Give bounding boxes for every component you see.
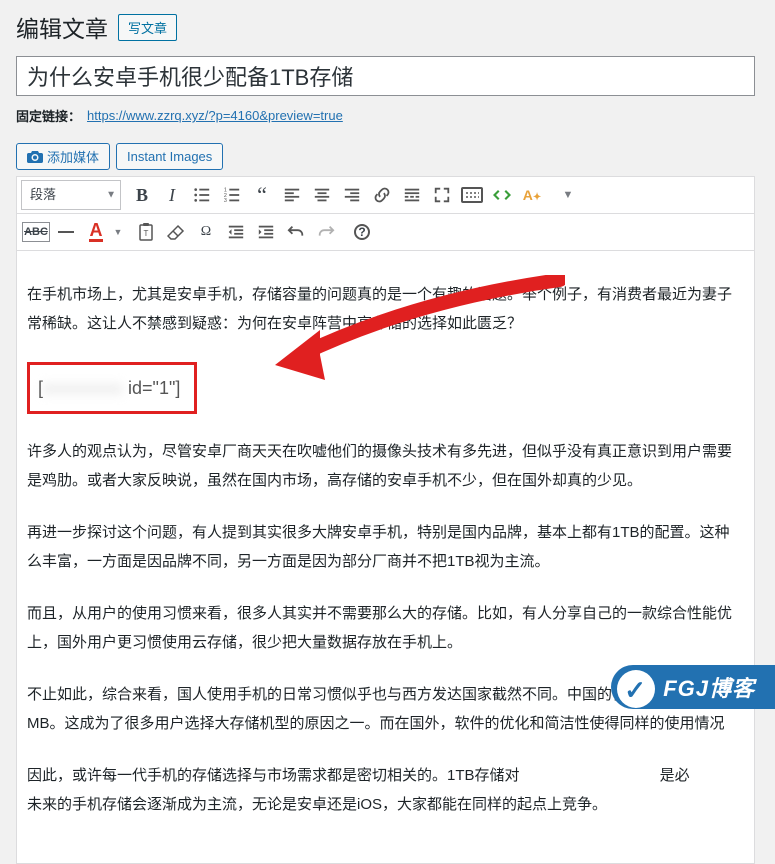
align-left-icon xyxy=(283,186,301,204)
clear-format-button[interactable] xyxy=(161,217,191,247)
text-color-button[interactable]: A xyxy=(81,217,111,247)
editor-content[interactable]: 在手机市场上，尤其是安卓手机，存储容量的问题真的是一个有趣的话题。举个例子，有消… xyxy=(16,251,755,864)
strike-icon: ABC xyxy=(22,222,50,242)
align-center-icon xyxy=(313,186,331,204)
add-media-button[interactable]: 添加媒体 xyxy=(16,143,110,170)
help-icon: ? xyxy=(354,224,370,240)
more-button[interactable] xyxy=(397,180,427,210)
toolbar-toggle-button[interactable] xyxy=(457,180,487,210)
outdent-button[interactable] xyxy=(221,217,251,247)
text-color-icon: A xyxy=(89,223,103,242)
italic-button[interactable]: I xyxy=(157,180,187,210)
new-post-button[interactable]: 写文章 xyxy=(118,14,177,41)
hr-icon xyxy=(58,231,74,233)
undo-icon xyxy=(287,223,305,241)
special-char-button[interactable]: Ω xyxy=(191,217,221,247)
camera-icon xyxy=(27,150,43,164)
undo-button[interactable] xyxy=(281,217,311,247)
redo-button[interactable] xyxy=(311,217,341,247)
page-title: 编辑文章 xyxy=(16,10,108,44)
chevron-button[interactable]: ▼ xyxy=(553,180,583,210)
post-title-input[interactable] xyxy=(16,56,755,96)
shortcode-highlighted: [xxxxxxxx id="1"] xyxy=(27,362,197,414)
align-right-icon xyxy=(343,186,361,204)
bold-icon: B xyxy=(136,185,148,206)
align-center-button[interactable] xyxy=(307,180,337,210)
link-button[interactable] xyxy=(367,180,397,210)
paste-text-button[interactable]: T xyxy=(131,217,161,247)
redo-icon xyxy=(317,223,335,241)
ul-icon xyxy=(193,186,211,204)
bold-button[interactable]: B xyxy=(127,180,157,210)
align-right-button[interactable] xyxy=(337,180,367,210)
ol-icon: 123 xyxy=(223,186,241,204)
clipboard-icon: T xyxy=(138,223,154,241)
ai-button[interactable]: A✦ xyxy=(517,180,547,210)
align-left-button[interactable] xyxy=(277,180,307,210)
svg-text:3: 3 xyxy=(224,198,227,204)
omega-icon: Ω xyxy=(201,224,211,240)
indent-icon xyxy=(257,223,275,241)
page-heading: 编辑文章 写文章 xyxy=(16,10,755,44)
source-button[interactable] xyxy=(487,180,517,210)
strike-button[interactable]: ABC xyxy=(21,217,51,247)
read-more-icon xyxy=(403,186,421,204)
eraser-icon xyxy=(167,224,185,240)
caret-icon: ▼ xyxy=(114,227,123,237)
instant-images-button[interactable]: Instant Images xyxy=(116,143,223,170)
quote-icon: “ xyxy=(257,182,267,208)
check-icon: ✓ xyxy=(624,675,647,706)
chevron-down-icon: ▼ xyxy=(106,190,116,201)
editor-toolbar: 段落 ▼ B I 123 “ A✦ ▼ ABC A ▼ xyxy=(16,176,755,251)
chevron-down-icon: ▼ xyxy=(563,189,574,201)
fullscreen-icon xyxy=(433,186,451,204)
ul-button[interactable] xyxy=(187,180,217,210)
hr-button[interactable] xyxy=(51,217,81,247)
link-icon xyxy=(373,186,391,204)
toolbar-toggle-icon xyxy=(461,187,483,203)
code-icon xyxy=(492,188,512,202)
blog-badge: ✓ FGJ博客 xyxy=(611,665,775,709)
permalink-row: 固定链接： https://www.zzrq.xyz/?p=4160&previ… xyxy=(16,106,755,125)
svg-text:T: T xyxy=(144,229,149,238)
permalink-label: 固定链接： xyxy=(16,106,81,125)
ol-button[interactable]: 123 xyxy=(217,180,247,210)
italic-icon: I xyxy=(169,185,175,206)
permalink-url[interactable]: https://www.zzrq.xyz/?p=4160&preview=tru… xyxy=(87,108,343,123)
text-color-caret[interactable]: ▼ xyxy=(111,217,125,247)
help-button[interactable]: ? xyxy=(347,217,377,247)
ai-icon: A✦ xyxy=(523,187,542,203)
quote-button[interactable]: “ xyxy=(247,180,277,210)
fullscreen-button[interactable] xyxy=(427,180,457,210)
outdent-icon xyxy=(227,223,245,241)
indent-button[interactable] xyxy=(251,217,281,247)
